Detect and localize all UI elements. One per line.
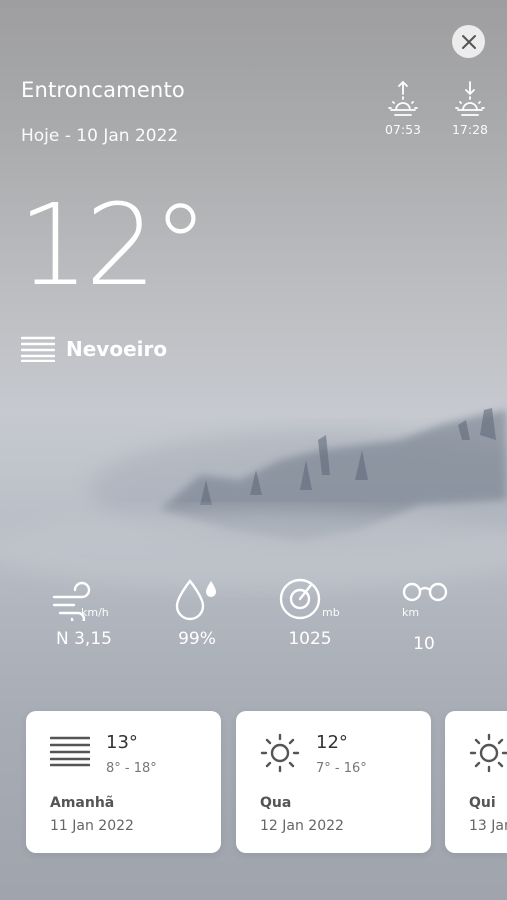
forecast-temp: 13°	[106, 732, 138, 753]
pressure-unit: mb	[322, 606, 340, 619]
close-icon	[461, 34, 476, 49]
humidity-metric: 99%	[147, 573, 247, 649]
forecast-card[interactable]: 12° 7° - 16° Qua 12 Jan 2022	[236, 711, 431, 853]
visibility-metric: km 10	[374, 573, 474, 654]
forecast-day: Qui	[469, 795, 496, 811]
fog-icon	[50, 736, 90, 767]
sunrise: 07:53	[379, 80, 427, 137]
humidity-value: 99%	[178, 629, 216, 649]
sunrise-icon	[388, 80, 418, 116]
forecast-date: 13 Jan 2022	[469, 818, 507, 834]
forecast-card[interactable]: Qui 13 Jan 2022	[445, 711, 507, 853]
location-title: Entroncamento	[21, 78, 185, 102]
forecast-date: 12 Jan 2022	[260, 818, 344, 834]
close-button[interactable]	[452, 25, 485, 58]
droplets-icon	[175, 579, 216, 621]
condition-label: Nevoeiro	[66, 337, 168, 361]
visibility-value: 10	[413, 634, 435, 654]
current-temperature: 12°	[18, 181, 209, 311]
gauge-icon	[279, 578, 321, 620]
wind-metric: km/h N 3,15	[34, 573, 134, 649]
wind-value: N 3,15	[56, 629, 112, 649]
sunset-time: 17:28	[451, 122, 489, 137]
fog-icon	[21, 336, 55, 362]
forecast-card[interactable]: 13° 8° - 18° Amanhã 11 Jan 2022	[26, 711, 221, 853]
forecast-day: Amanhã	[50, 795, 115, 811]
sunset: 17:28	[446, 80, 494, 137]
current-condition: Nevoeiro	[21, 336, 167, 362]
forecast-day: Qua	[260, 795, 292, 811]
sunrise-time: 07:53	[384, 122, 422, 137]
pressure-metric: mb 1025	[260, 573, 360, 649]
pressure-value: 1025	[288, 629, 332, 649]
sun-icon	[469, 733, 507, 773]
forecast-range: 8° - 18°	[106, 761, 157, 776]
visibility-unit: km	[402, 606, 420, 619]
forecast-temp: 12°	[316, 732, 348, 753]
sun-icon	[260, 733, 300, 773]
wind-unit: km/h	[81, 606, 109, 619]
glasses-icon	[402, 582, 448, 602]
forecast-date: 11 Jan 2022	[50, 818, 134, 834]
forecast-range: 7° - 16°	[316, 761, 367, 776]
current-date: Hoje - 10 Jan 2022	[21, 126, 179, 146]
sunset-icon	[455, 81, 485, 116]
